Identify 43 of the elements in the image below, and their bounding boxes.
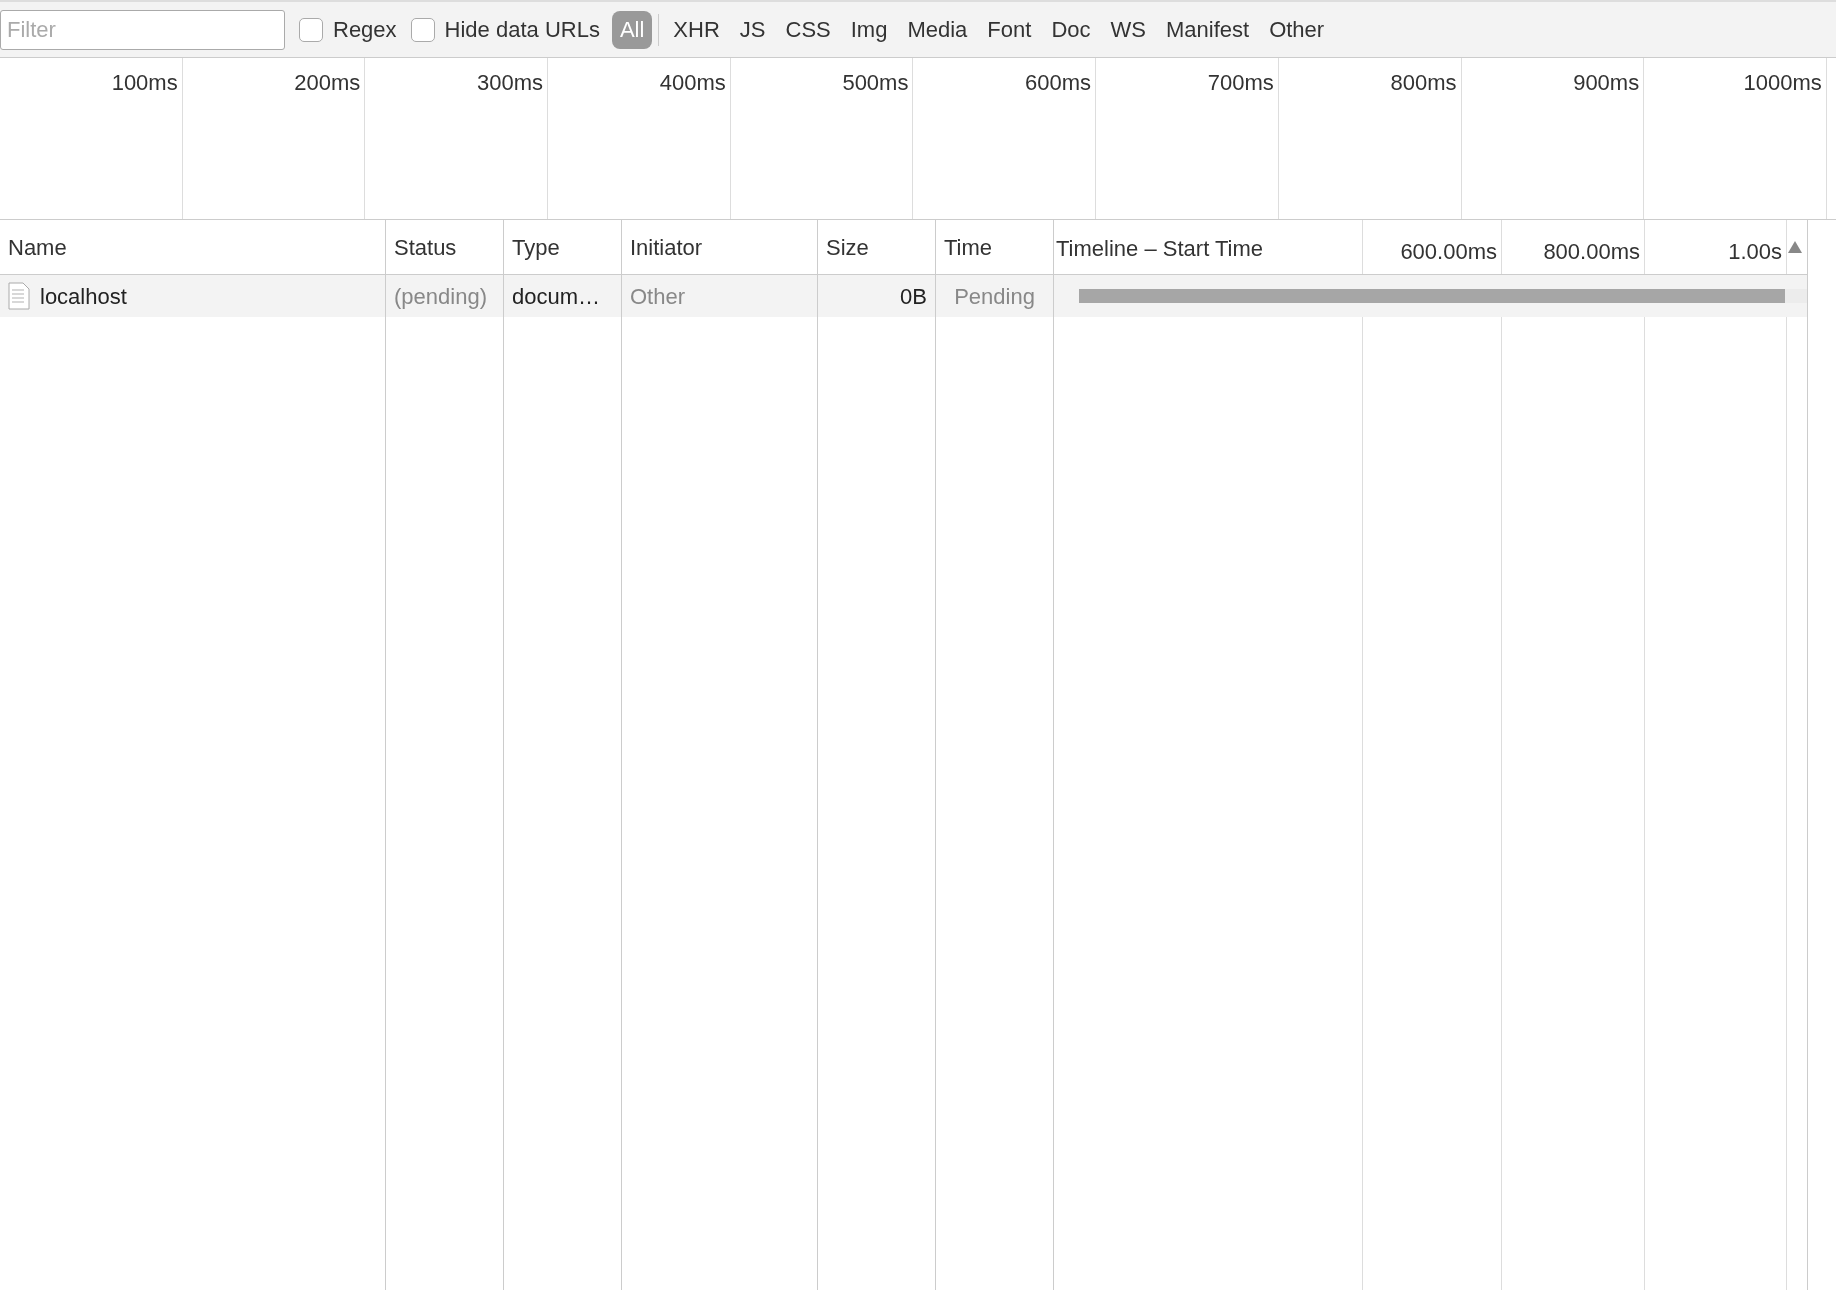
table-cell-text: Other <box>630 282 686 311</box>
checkbox-label: Regex <box>333 16 397 44</box>
column-header[interactable]: Type <box>512 230 560 264</box>
filter-type-tab[interactable]: Font <box>979 10 1040 49</box>
checkbox-label: Hide data URLs <box>444 16 600 44</box>
overview-tick-label: 300ms <box>477 69 544 97</box>
table-cell-text: 0B <box>900 282 927 311</box>
sort-ascending-icon <box>1787 240 1803 254</box>
timeline-tick-label: 1.00s <box>1728 238 1782 266</box>
table-cell-text: docum… <box>512 282 601 311</box>
overview-tick-label: 400ms <box>659 69 726 97</box>
table-cell-text: Pending <box>954 282 1035 311</box>
table-cell-text: (pending) <box>394 282 487 311</box>
table-cell-text: localhost <box>40 282 127 311</box>
filter-type-tab[interactable]: WS <box>1102 10 1154 49</box>
column-header[interactable]: Status <box>394 230 457 264</box>
overview-tick-label: 700ms <box>1207 69 1274 97</box>
filter-type-tab[interactable]: XHR <box>665 10 728 49</box>
document-icon <box>8 282 30 310</box>
overview-tick-label: 1000ms <box>1743 69 1822 97</box>
filter-field[interactable]: Filter <box>0 9 285 50</box>
checkbox[interactable] <box>299 17 323 42</box>
overview-tick-label: 600ms <box>1025 69 1092 97</box>
column-header[interactable]: Name <box>8 230 67 264</box>
filter-type-tab[interactable]: CSS <box>777 10 839 49</box>
timeline-tick-label: 600.00ms <box>1400 238 1497 266</box>
timeline-tick-label: 800.00ms <box>1543 238 1640 266</box>
filter-type-tab[interactable]: Other <box>1261 10 1333 49</box>
filter-type-tab[interactable]: JS <box>731 10 774 49</box>
overview-tick-label: 900ms <box>1573 69 1640 97</box>
filter-type-tab[interactable]: Doc <box>1043 10 1099 49</box>
filter-type-tab[interactable]: Manifest <box>1157 10 1258 49</box>
column-header[interactable]: Initiator <box>630 230 703 264</box>
overview-tick-label: 500ms <box>842 69 909 97</box>
column-header[interactable]: Timeline – Start Time <box>1056 236 1264 261</box>
overview-tick-label: 100ms <box>111 69 178 97</box>
column-header[interactable]: Size <box>826 230 869 264</box>
filter-type-tab[interactable]: Img <box>842 10 896 49</box>
overview-tick-label: 800ms <box>1390 69 1457 97</box>
overview-tick-label: 200ms <box>294 69 361 97</box>
column-header[interactable]: Time <box>944 230 993 264</box>
checkbox[interactable] <box>410 17 435 42</box>
filter-type-tab[interactable]: Media <box>899 10 976 49</box>
